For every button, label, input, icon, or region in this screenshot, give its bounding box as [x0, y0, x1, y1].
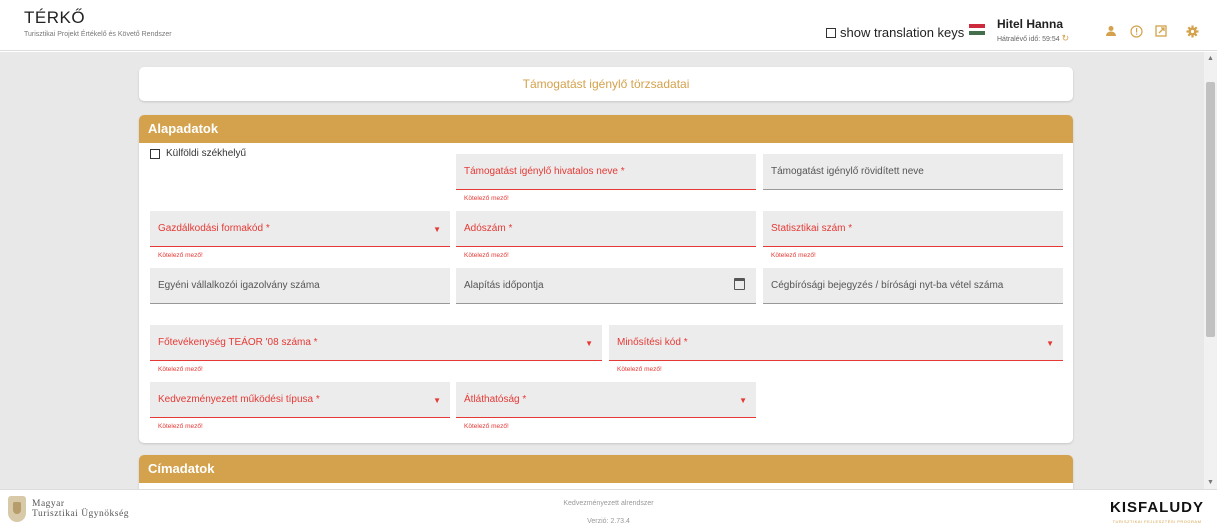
official-name-field[interactable]: Támogatást igénylő hivatalos neve *: [456, 154, 756, 190]
basic-data-section: Alapadatok Külföldi székhelyű Támogatást…: [139, 115, 1073, 443]
page-title: Támogatást igénylő törzsadatai: [139, 67, 1073, 101]
legal-form-error: Kötelező mező!: [158, 252, 203, 259]
scroll-up-icon[interactable]: ▲: [1207, 55, 1214, 62]
company-reg-field[interactable]: Cégbírósági bejegyzés / bírósági nyt-ba …: [763, 268, 1063, 304]
version-label: Verzió: 2.73.4: [587, 518, 630, 525]
chevron-down-icon: ▼: [1046, 339, 1054, 348]
qualification-label: Minősítési kód *: [617, 337, 688, 348]
chevron-down-icon: ▼: [739, 396, 747, 405]
gear-icon[interactable]: [1184, 25, 1200, 41]
entrepreneur-id-field[interactable]: Egyéni vállalkozói igazolvány száma: [150, 268, 450, 304]
app-subtitle: Turisztikai Projekt Értékelő és Követő R…: [24, 31, 172, 38]
kisfaludy-logo: KISFALUDY TURISZTIKAI FEJLESZTÉSI PROGRA…: [1110, 499, 1204, 524]
founding-date-label: Alapítás időpontja: [464, 280, 544, 291]
app-title: TÉRKŐ: [24, 8, 86, 27]
section-header-basic: Alapadatok: [139, 115, 1073, 143]
chevron-down-icon: ▼: [433, 225, 441, 234]
hungarian-flag-icon[interactable]: [969, 24, 985, 35]
tax-number-label: Adószám *: [464, 223, 513, 234]
company-reg-label: Cégbírósági bejegyzés / bírósági nyt-ba …: [771, 280, 1004, 291]
remaining-time: Hátralévő idő: 59:54: [997, 36, 1060, 43]
system-name: Kedvezményezett alrendszer: [563, 500, 654, 507]
chevron-down-icon: ▼: [585, 339, 593, 348]
operation-type-label: Kedvezményezett működési típusa *: [158, 394, 320, 405]
chevron-down-icon: ▼: [433, 396, 441, 405]
section-header-address: Címadatok: [139, 455, 1073, 483]
person-icon[interactable]: [1103, 25, 1119, 41]
scroll-thumb[interactable]: [1206, 82, 1215, 337]
qualification-select[interactable]: Minősítési kód * ▼: [609, 325, 1063, 361]
user-info: Hitel Hanna Hátralévő idő: 59:54 ↻: [997, 17, 1069, 44]
footer: Magyar Turisztikai Ügynökség Kedvezménye…: [0, 489, 1217, 528]
tax-number-field[interactable]: Adószám *: [456, 211, 756, 247]
short-name-field[interactable]: Támogatást igénylő rövidített neve: [763, 154, 1063, 190]
translation-label: show translation keys: [840, 25, 965, 40]
teaor-error: Kötelező mező!: [158, 366, 203, 373]
kisfaludy-wordmark: KISFALUDY: [1110, 499, 1205, 516]
stat-number-error: Kötelező mező!: [771, 252, 816, 259]
qualification-error: Kötelező mező!: [617, 366, 662, 373]
brand[interactable]: TÉRKŐ Turisztikai Projekt Értékelő és Kö…: [24, 8, 172, 38]
official-name-label: Támogatást igénylő hivatalos neve *: [464, 166, 625, 177]
calendar-icon[interactable]: [734, 278, 745, 290]
short-name-label: Támogatást igénylő rövidített neve: [771, 166, 924, 177]
top-bar: TÉRKŐ Turisztikai Projekt Értékelő és Kö…: [0, 0, 1217, 51]
external-link-icon[interactable]: [1153, 25, 1169, 41]
operation-type-error: Kötelező mező!: [158, 423, 203, 430]
translation-checkbox[interactable]: [826, 27, 836, 38]
kisfaludy-subtitle: TURISZTIKAI FEJLESZTÉSI PROGRAM: [1112, 519, 1202, 524]
entrepreneur-id-label: Egyéni vállalkozói igazolvány száma: [158, 280, 320, 291]
tax-number-error: Kötelező mező!: [464, 252, 509, 259]
info-icon[interactable]: [1128, 25, 1144, 41]
transparency-label: Átláthatóság *: [464, 394, 527, 405]
foreign-hq-checkbox-row[interactable]: Külföldi székhelyű: [150, 148, 246, 159]
stat-number-field[interactable]: Statisztikai szám *: [763, 211, 1063, 247]
address-data-section: Címadatok: [139, 455, 1073, 489]
transparency-select[interactable]: Átláthatóság * ▼: [456, 382, 756, 418]
session-timer: Hátralévő idő: 59:54 ↻: [997, 33, 1069, 44]
transparency-error: Kötelező mező!: [464, 423, 509, 430]
legal-form-select[interactable]: Gazdálkodási formakód * ▼: [150, 211, 450, 247]
user-name: Hitel Hanna: [997, 17, 1064, 31]
foreign-hq-checkbox[interactable]: [150, 148, 160, 159]
foreign-hq-label: Külföldi székhelyű: [166, 148, 247, 159]
founding-date-field[interactable]: Alapítás időpontja: [456, 268, 756, 304]
teaor-label: Főtevékenység TEÁOR '08 száma *: [158, 337, 318, 348]
legal-form-label: Gazdálkodási formakód *: [158, 223, 270, 234]
teaor-select[interactable]: Főtevékenység TEÁOR '08 száma * ▼: [150, 325, 602, 361]
operation-type-select[interactable]: Kedvezményezett működési típusa * ▼: [150, 382, 450, 418]
refresh-icon[interactable]: ↻: [1062, 33, 1070, 43]
translation-keys-toggle[interactable]: show translation keys: [826, 25, 964, 40]
scrollbar[interactable]: ▲ ▼: [1204, 52, 1217, 489]
scroll-down-icon[interactable]: ▼: [1207, 479, 1214, 486]
main-content: Támogatást igénylő törzsadatai Alapadato…: [0, 52, 1204, 489]
official-name-error: Kötelező mező!: [464, 195, 509, 202]
stat-number-label: Statisztikai szám *: [771, 223, 853, 234]
